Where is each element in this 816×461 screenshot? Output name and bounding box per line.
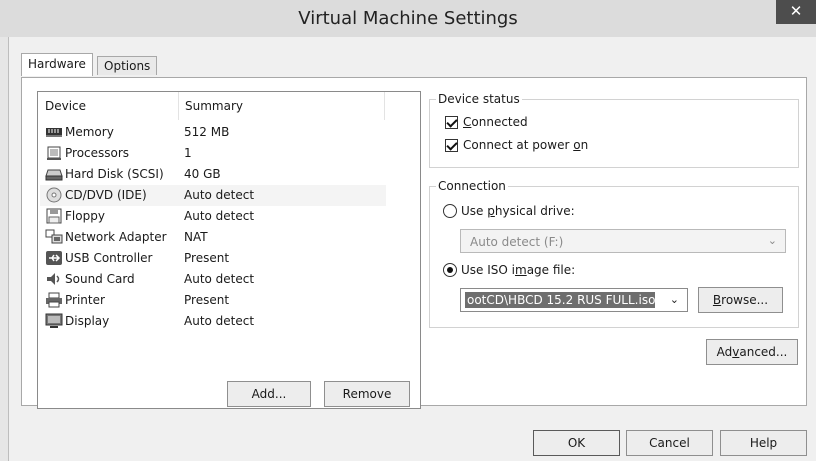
device-summary: Auto detect (184, 209, 255, 223)
device-row-network-adapter[interactable]: Network Adapter NAT (40, 227, 386, 248)
close-button[interactable]: ✕ (776, 0, 816, 24)
device-row-printer[interactable]: Printer Present (40, 290, 386, 311)
device-row-display[interactable]: Display Auto detect (40, 311, 386, 332)
sound-card-icon (47, 273, 60, 285)
physical-drive-select[interactable]: Auto detect (F:) ⌄ (460, 229, 786, 253)
connected-checkbox[interactable] (445, 116, 458, 129)
device-summary: 1 (184, 146, 192, 160)
connection-group: Connection Use physical drive: Auto dete… (429, 179, 799, 328)
tab-options[interactable]: Options (97, 56, 158, 75)
display-icon (45, 313, 63, 328)
use-physical-drive-label[interactable]: Use physical drive: (461, 204, 575, 218)
iso-image-combo[interactable]: ootCD\HBCD 15.2 RUS FULL.iso ⌄ (460, 288, 688, 312)
device-row-cd-dvd[interactable]: CD/DVD (IDE) Auto detect (40, 185, 386, 206)
add-button[interactable]: Add... (227, 381, 311, 407)
device-name: Processors (65, 146, 130, 160)
device-name: Printer (65, 293, 105, 307)
chevron-down-icon: ⌄ (767, 234, 777, 247)
remove-button[interactable]: Remove (324, 381, 410, 407)
device-list[interactable]: Device Summary Memory 512 MB Processors … (37, 91, 421, 409)
memory-icon (46, 128, 62, 137)
cancel-button[interactable]: Cancel (626, 430, 713, 456)
device-row-processors[interactable]: Processors 1 (40, 143, 386, 164)
title-bar[interactable]: Virtual Machine Settings ✕ (0, 0, 816, 37)
dialog-body: Hardware Options Device Summary Memory 5… (8, 37, 816, 461)
processor-icon (47, 146, 61, 160)
use-physical-drive-radio[interactable] (443, 204, 457, 218)
floppy-icon (46, 208, 62, 224)
help-button[interactable]: Help (720, 430, 807, 456)
usb-controller-icon (46, 251, 62, 265)
tab-hardware-label: Hardware (28, 57, 86, 71)
cd-dvd-icon (46, 187, 62, 203)
device-row-usb-controller[interactable]: USB Controller Present (40, 248, 386, 269)
device-summary: NAT (184, 230, 208, 244)
tab-options-label: Options (104, 59, 151, 73)
device-summary: Present (184, 251, 230, 265)
device-summary: Present (184, 293, 230, 307)
device-name: Display (65, 314, 110, 328)
device-name: USB Controller (65, 251, 153, 265)
close-icon: ✕ (789, 2, 803, 20)
printer-icon (46, 292, 62, 308)
network-adapter-icon (45, 229, 63, 244)
column-divider[interactable] (178, 92, 179, 120)
device-name: Floppy (65, 209, 105, 223)
device-row-hard-disk[interactable]: Hard Disk (SCSI) 40 GB (40, 164, 386, 185)
use-iso-image-label[interactable]: Use ISO image file: (461, 263, 575, 277)
column-header-summary[interactable]: Summary (185, 99, 243, 113)
device-name: Sound Card (65, 272, 135, 286)
column-header-device[interactable]: Device (45, 99, 86, 113)
use-iso-image-radio[interactable] (443, 263, 457, 277)
device-row-sound-card[interactable]: Sound Card Auto detect (40, 269, 386, 290)
device-summary: Auto detect (184, 188, 255, 202)
vm-settings-window: Virtual Machine Settings ✕ Hardware Opti… (0, 0, 816, 461)
connection-title: Connection (436, 179, 508, 193)
device-name: Hard Disk (SCSI) (65, 167, 164, 181)
window-title: Virtual Machine Settings (298, 8, 518, 29)
column-divider[interactable] (384, 92, 385, 120)
tab-hardware[interactable]: Hardware (21, 53, 93, 76)
device-row-memory[interactable]: Memory 512 MB (40, 122, 386, 143)
ok-button[interactable]: OK (533, 430, 620, 456)
device-name: Memory (65, 125, 114, 139)
browse-button[interactable]: Browse... (698, 287, 783, 313)
iso-image-path: ootCD\HBCD 15.2 RUS FULL.iso (467, 293, 655, 307)
device-name: Network Adapter (65, 230, 167, 244)
connected-label[interactable]: Connected (463, 115, 528, 129)
device-summary: 40 GB (184, 167, 221, 181)
device-status-title: Device status (436, 92, 522, 106)
chevron-down-icon: ⌄ (669, 293, 679, 306)
connect-at-power-on-label[interactable]: Connect at power on (463, 138, 588, 152)
device-name: CD/DVD (IDE) (65, 188, 147, 202)
device-status-group: Device status Connected Connect at power… (429, 92, 799, 168)
device-summary: 512 MB (184, 125, 230, 139)
device-summary: Auto detect (184, 314, 255, 328)
connect-at-power-on-checkbox[interactable] (445, 139, 458, 152)
physical-drive-value: Auto detect (F:) (470, 235, 564, 249)
advanced-button[interactable]: Advanced... (706, 339, 798, 365)
device-row-floppy[interactable]: Floppy Auto detect (40, 206, 386, 227)
hard-disk-icon (45, 169, 63, 181)
device-list-header: Device Summary (38, 92, 420, 120)
device-summary: Auto detect (184, 272, 255, 286)
